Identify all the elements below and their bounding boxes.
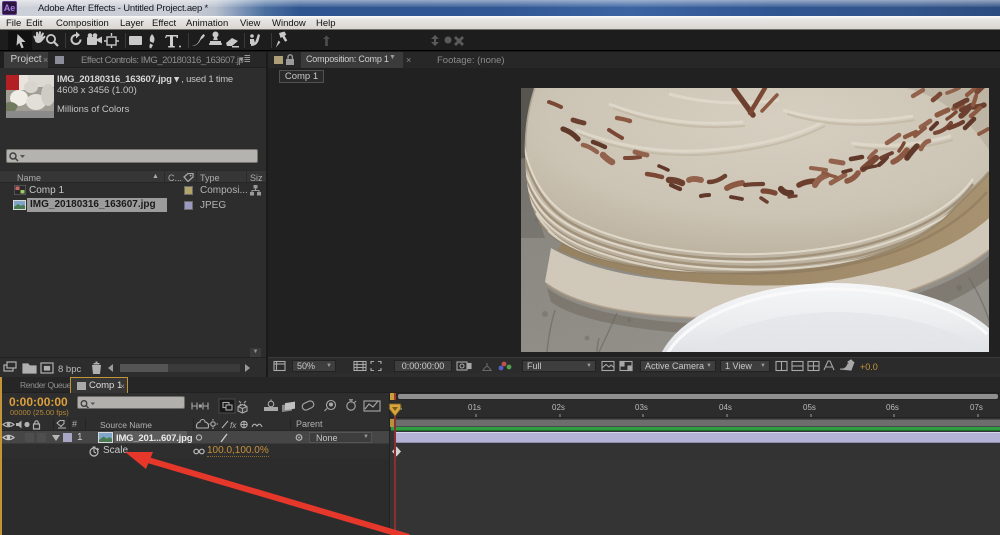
svg-text:8 bpc: 8 bpc (58, 364, 81, 375)
svg-text:+0.0: +0.0 (860, 362, 878, 372)
svg-text:fx: fx (230, 421, 237, 430)
